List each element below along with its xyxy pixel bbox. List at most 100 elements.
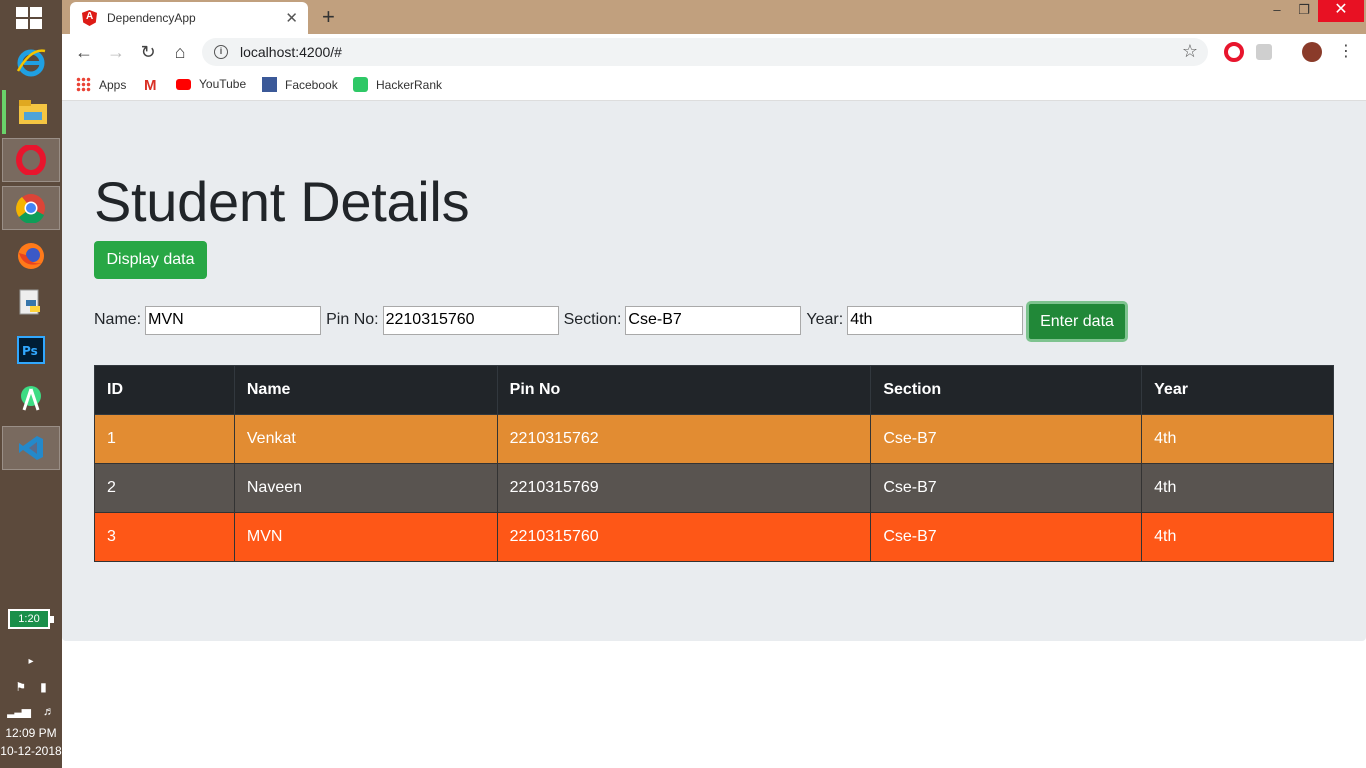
web-page: Student Details Display data Name: Pin N…	[62, 101, 1366, 768]
cell-id: 2	[94, 463, 235, 513]
cell-pin: 2210315760	[496, 512, 872, 562]
jumbotron: Student Details Display data Name: Pin N…	[62, 101, 1366, 641]
cell-year: 4th	[1141, 414, 1334, 464]
section-input[interactable]	[625, 305, 802, 335]
volume-icon[interactable]: ♬	[43, 704, 55, 718]
year-label: Year:	[806, 311, 844, 328]
student-form: Name: Pin No: Section: Year:	[94, 305, 1028, 335]
name-label: Name:	[94, 311, 142, 328]
header-section: Section	[870, 365, 1143, 415]
table-row: 1 Venkat 2210315762 Cse-B7 4th	[94, 414, 1334, 464]
menu-kebab-icon[interactable]: ⋮	[1334, 40, 1358, 64]
pin-input[interactable]	[382, 305, 559, 335]
header-id: ID	[94, 365, 235, 415]
browser-titlebar: DependencyApp ✕ + – ❐ ✕	[62, 0, 1366, 34]
tray-expand-icon[interactable]: ▸	[0, 656, 62, 667]
cell-pin: 2210315769	[496, 463, 872, 513]
tray-icons: ⚑ ▮	[0, 680, 62, 694]
bookmark-label: Apps	[99, 77, 127, 92]
pin-label: Pin No:	[326, 311, 379, 328]
address-text: localhost:4200/#	[240, 44, 342, 60]
tab-title: DependencyApp	[107, 11, 196, 25]
cell-name: Naveen	[233, 463, 498, 513]
apps-grid-icon	[76, 77, 91, 92]
header-year: Year	[1141, 365, 1334, 415]
chrome-icon[interactable]	[2, 186, 60, 230]
gmail-icon: M	[144, 77, 157, 94]
file-explorer-icon[interactable]	[2, 90, 60, 134]
header-pin: Pin No	[496, 365, 872, 415]
tab-close-icon[interactable]: ✕	[285, 9, 298, 27]
forward-icon[interactable]: →	[104, 40, 128, 64]
windows-taskbar: Ps 1:20 ▸ ⚑ ▮ ▂▃▅ ♬ 12:09 PM 10-12-2018	[0, 0, 62, 768]
page-title: Student Details	[94, 170, 470, 233]
bookmark-youtube[interactable]: YouTube	[176, 77, 246, 91]
python-icon[interactable]	[2, 282, 60, 326]
bookmarks-bar: Apps M YouTube Facebook HackerRank	[62, 70, 1366, 101]
cell-section: Cse-B7	[870, 463, 1143, 513]
address-bar[interactable]: i localhost:4200/# ☆	[202, 38, 1208, 66]
firefox-icon[interactable]	[2, 234, 60, 278]
info-icon[interactable]: i	[214, 45, 228, 59]
browser-tab[interactable]: DependencyApp ✕	[70, 2, 308, 34]
facebook-icon	[262, 77, 277, 92]
bookmark-apps[interactable]: Apps	[76, 77, 126, 92]
photoshop-icon[interactable]: Ps	[2, 328, 60, 372]
restore-button[interactable]: ❐	[1289, 0, 1319, 22]
back-icon[interactable]: ←	[72, 40, 96, 64]
bookmark-hackerrank[interactable]: HackerRank	[353, 77, 442, 92]
browser-toolbar: ← → ↻ ⌂ i localhost:4200/# ☆ ⋮	[62, 34, 1366, 70]
cell-section: Cse-B7	[870, 414, 1143, 464]
new-tab-button[interactable]: +	[322, 4, 335, 30]
tray-icons-2: ▂▃▅ ♬	[0, 704, 62, 718]
angular-icon	[82, 10, 97, 26]
display-data-button[interactable]: Display data	[94, 241, 207, 279]
cell-pin: 2210315762	[496, 414, 872, 464]
profile-avatar[interactable]	[1302, 42, 1322, 62]
home-icon[interactable]: ⌂	[168, 40, 192, 64]
svg-text:Ps: Ps	[22, 344, 38, 358]
students-table: ID Name Pin No Section Year 1 Venkat 221…	[94, 365, 1334, 562]
bookmark-star-icon[interactable]: ☆	[1182, 41, 1198, 62]
table-row: 2 Naveen 2210315769 Cse-B7 4th	[94, 463, 1334, 513]
name-input[interactable]	[145, 305, 322, 335]
browser-window: DependencyApp ✕ + – ❐ ✕ ← → ↻ ⌂ i localh…	[62, 0, 1366, 768]
clock-time[interactable]: 12:09 PM	[0, 726, 62, 740]
section-label: Section:	[563, 311, 622, 328]
year-input[interactable]	[847, 305, 1024, 335]
battery-icon[interactable]: ▮	[40, 680, 47, 694]
opera-extension-icon[interactable]	[1224, 42, 1244, 62]
minimize-button[interactable]: –	[1262, 0, 1292, 22]
internet-explorer-icon[interactable]	[2, 40, 60, 84]
flag-icon[interactable]: ⚑	[15, 680, 26, 694]
clock-date[interactable]: 10-12-2018	[0, 744, 62, 758]
table-header-row: ID Name Pin No Section Year	[94, 365, 1334, 415]
vscode-icon[interactable]	[2, 426, 60, 470]
bookmark-facebook[interactable]: Facebook	[262, 77, 338, 92]
windows-start-icon[interactable]	[16, 7, 44, 31]
opera-icon[interactable]	[2, 138, 60, 182]
cell-id: 1	[94, 414, 235, 464]
youtube-icon	[176, 78, 191, 90]
bookmark-label: YouTube	[199, 77, 247, 91]
network-icon[interactable]: ▂▃▅	[7, 704, 31, 718]
cell-year: 4th	[1141, 512, 1334, 562]
hackerrank-icon	[353, 77, 368, 92]
table-row: 3 MVN 2210315760 Cse-B7 4th	[94, 512, 1334, 562]
reload-icon[interactable]: ↻	[136, 40, 160, 64]
bookmark-gmail[interactable]: M	[144, 77, 168, 94]
battery-label: 1:20	[18, 613, 40, 625]
bookmark-label: Facebook	[285, 77, 338, 92]
bookmark-label: HackerRank	[376, 77, 443, 92]
cell-id: 3	[94, 512, 235, 562]
extension-cube-icon[interactable]	[1256, 44, 1272, 60]
android-studio-icon[interactable]	[2, 376, 60, 420]
cell-year: 4th	[1141, 463, 1334, 513]
cell-section: Cse-B7	[870, 512, 1143, 562]
close-window-button[interactable]: ✕	[1318, 0, 1364, 22]
cell-name: MVN	[233, 512, 498, 562]
cell-name: Venkat	[233, 414, 498, 464]
battery-indicator: 1:20	[8, 609, 54, 629]
enter-data-button[interactable]: Enter data	[1026, 301, 1128, 342]
header-name: Name	[233, 365, 498, 415]
